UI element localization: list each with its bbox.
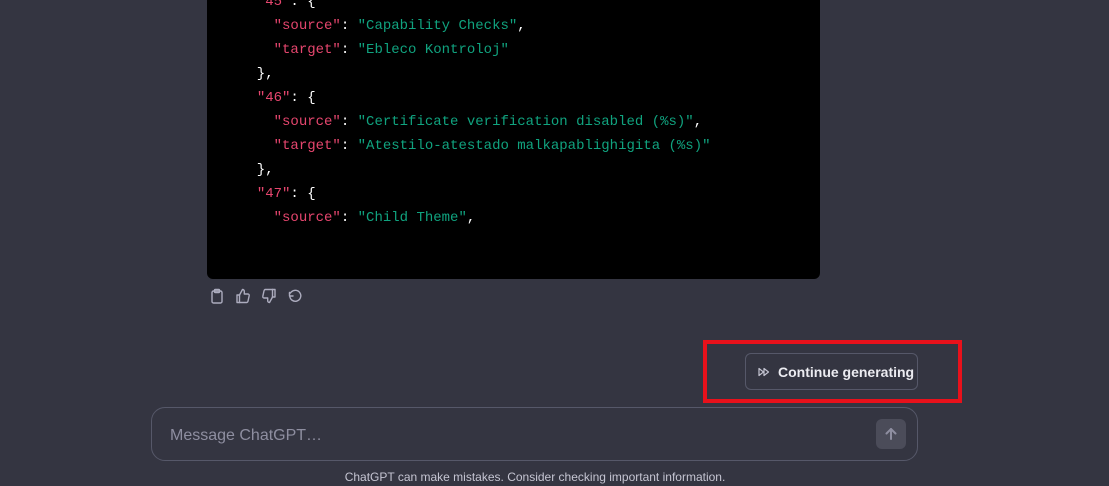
- code-token-key: "source": [273, 210, 341, 226]
- code-token-str: "Atestilo-atestado malkapablighigita (%s…: [357, 138, 711, 154]
- code-token-punc: [240, 114, 274, 130]
- send-button[interactable]: [876, 419, 906, 449]
- clipboard-icon: [211, 288, 223, 304]
- code-token-punc: ,: [466, 210, 476, 226]
- code-token-key: "45": [256, 0, 291, 10]
- code-line: "45": {: [240, 0, 711, 14]
- code-line: },: [240, 158, 711, 182]
- thumbs-down-icon: [262, 288, 276, 304]
- message-composer: [151, 407, 918, 461]
- code-token-punc: :: [340, 18, 358, 34]
- disclaimer-text: ChatGPT can make mistakes. Consider chec…: [344, 470, 726, 484]
- code-token-punc: },: [240, 162, 274, 178]
- code-token-punc: },: [240, 66, 274, 82]
- arrow-up-icon: [885, 428, 897, 440]
- code-token-punc: [240, 0, 257, 10]
- continue-generating-label: Continue generating: [778, 363, 915, 380]
- code-line: "47": {: [240, 182, 711, 206]
- code-token-key: "target": [273, 42, 341, 58]
- code-token-punc: [240, 186, 257, 202]
- code-token-punc: [240, 18, 274, 34]
- thumbs-down-button[interactable]: [259, 286, 279, 306]
- code-token-str: "Ebleco Kontroloj": [357, 42, 509, 58]
- code-token-key: "source": [273, 18, 341, 34]
- code-token-punc: :: [340, 210, 358, 226]
- message-actions: [207, 286, 305, 306]
- code-token-punc: [240, 42, 274, 58]
- code-block: "45": { "source": "Capability Checks", "…: [207, 0, 820, 279]
- thumbs-up-button[interactable]: [233, 286, 253, 306]
- code-token-str: "Certificate verification disabled (%s)": [357, 114, 694, 130]
- code-token-key: "source": [273, 114, 341, 130]
- code-content: "45": { "source": "Capability Checks", "…: [240, 0, 711, 230]
- thumbs-up-icon: [236, 288, 250, 304]
- code-line: "source": "Child Theme",: [240, 206, 711, 230]
- code-token-punc: ,: [517, 18, 526, 34]
- code-line: "target": "Ebleco Kontroloj": [240, 38, 711, 62]
- code-line: "46": {: [240, 86, 711, 110]
- code-token-punc: : {: [290, 90, 316, 106]
- message-input[interactable]: [168, 424, 852, 448]
- code-token-punc: [240, 138, 274, 154]
- copy-button[interactable]: [207, 286, 227, 306]
- code-line: "source": "Certificate verification disa…: [240, 110, 711, 134]
- code-token-punc: [240, 210, 274, 226]
- code-line: "source": "Capability Checks",: [240, 14, 711, 38]
- code-token-punc: [240, 90, 257, 106]
- code-token-punc: ,: [693, 114, 703, 130]
- chat-page: "45": { "source": "Capability Checks", "…: [0, 0, 1109, 486]
- code-line: "target": "Atestilo-atestado malkapablig…: [240, 134, 711, 158]
- code-token-str: "Child Theme": [357, 210, 467, 226]
- code-token-key: "47": [256, 186, 291, 202]
- code-token-key: "target": [273, 138, 341, 154]
- code-token-punc: : {: [290, 186, 316, 202]
- code-token-punc: :: [340, 42, 358, 58]
- continue-generating-button[interactable]: Continue generating: [745, 353, 918, 390]
- code-token-punc: :: [340, 138, 358, 154]
- code-token-key: "46": [256, 90, 291, 106]
- regenerate-button[interactable]: [285, 286, 305, 306]
- code-token-str: "Capability Checks": [357, 18, 518, 34]
- regenerate-icon: [288, 289, 302, 302]
- code-token-punc: : {: [290, 0, 316, 10]
- fast-forward-icon: [758, 367, 770, 376]
- code-token-punc: :: [340, 114, 358, 130]
- code-line: },: [240, 62, 711, 86]
